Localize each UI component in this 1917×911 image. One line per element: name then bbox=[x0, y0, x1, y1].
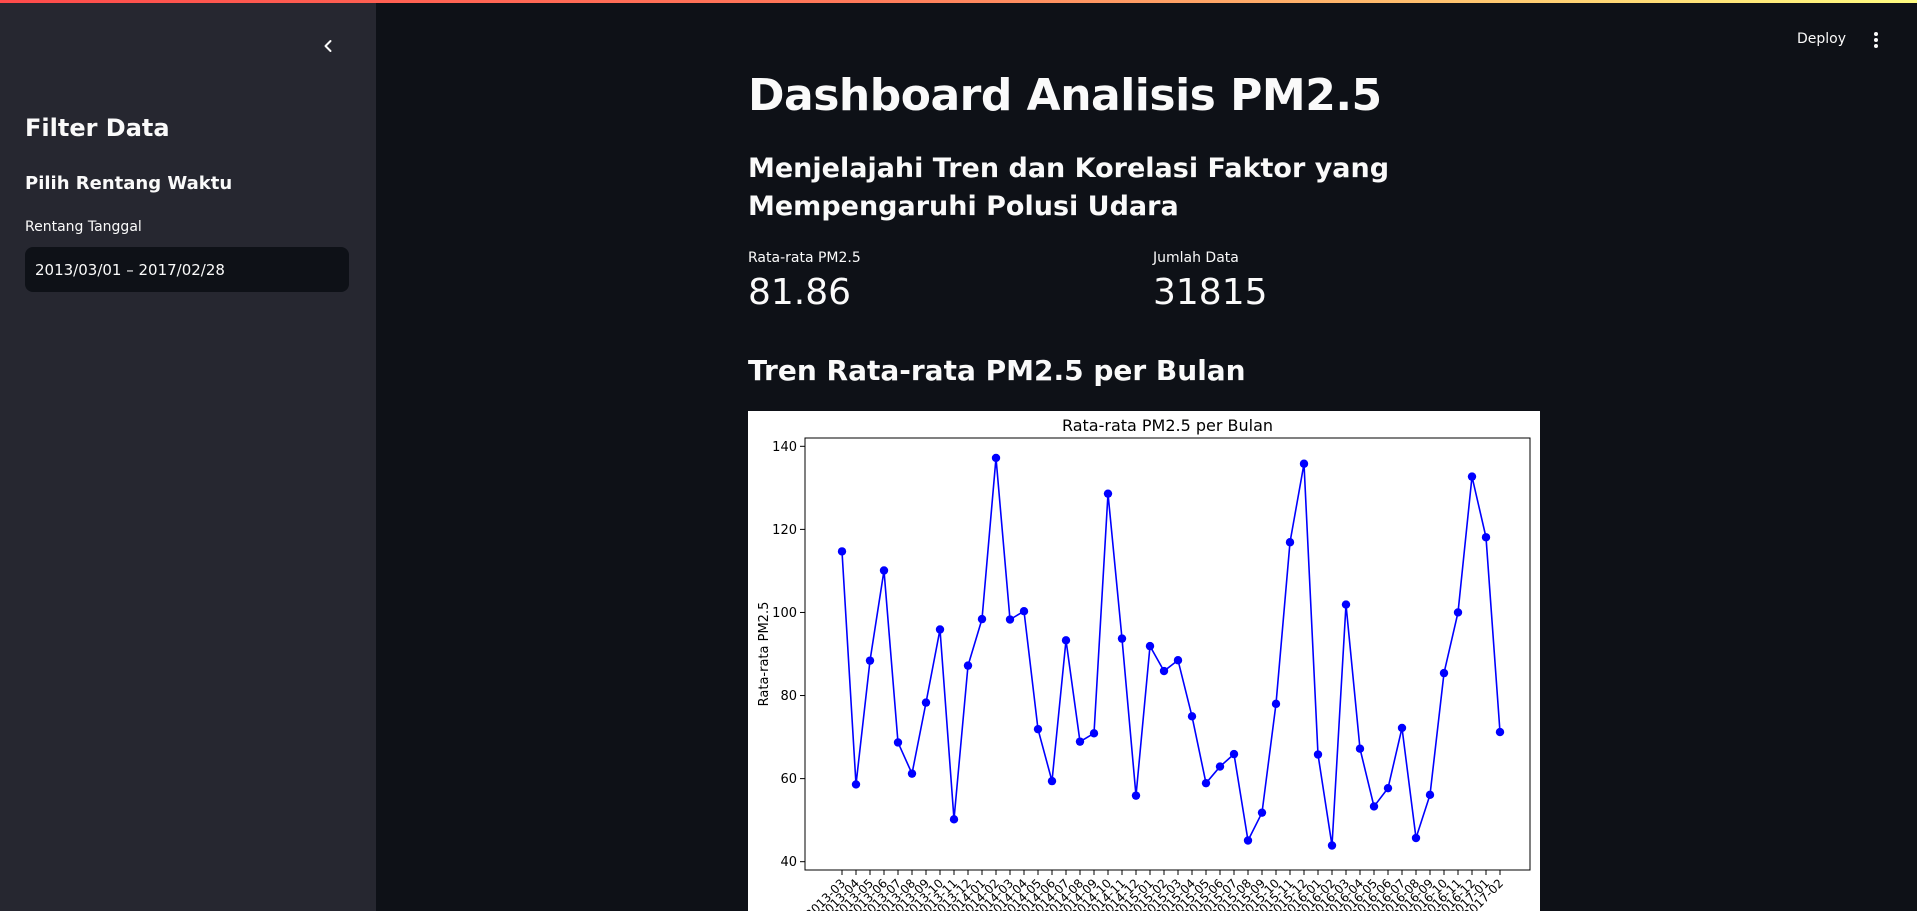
series-line bbox=[841, 457, 1501, 846]
data-point bbox=[1285, 538, 1295, 547]
deploy-button[interactable]: Deploy bbox=[1797, 31, 1846, 47]
data-point bbox=[1341, 600, 1351, 609]
data-point bbox=[1033, 724, 1043, 734]
sidebar-title: Filter Data bbox=[25, 114, 170, 142]
data-point bbox=[1243, 836, 1253, 845]
data-point bbox=[1005, 615, 1015, 624]
data-point bbox=[1187, 712, 1197, 721]
data-point bbox=[1019, 607, 1029, 616]
data-point bbox=[1215, 762, 1225, 771]
data-point bbox=[1439, 668, 1449, 678]
y-tick-label: 100 bbox=[772, 606, 797, 621]
data-point bbox=[1453, 608, 1463, 617]
pm25-chart: Rata-rata PM2.5 per Bulan 40 60 80 100 120 140… bbox=[748, 411, 1540, 911]
data-point bbox=[935, 625, 945, 634]
data-point bbox=[1131, 791, 1141, 800]
data-point bbox=[1481, 533, 1491, 542]
data-point bbox=[1061, 636, 1071, 645]
page-subtitle: Menjelajahi Tren dan Korelasi Faktor yan… bbox=[748, 153, 1390, 222]
metric-label: Rata-rata PM2.5 bbox=[748, 250, 861, 266]
y-tick-label: 140 bbox=[772, 440, 797, 455]
kebab-menu-icon[interactable] bbox=[1868, 30, 1884, 50]
date-range-label: Rentang Tanggal bbox=[25, 219, 142, 235]
data-point bbox=[1257, 808, 1267, 817]
date-range-value: 2013/03/01 – 2017/02/28 bbox=[35, 260, 225, 279]
data-point bbox=[1089, 729, 1099, 738]
section-title: Tren Rata-rata PM2.5 per Bulan bbox=[748, 354, 1246, 387]
chart-title: Rata-rata PM2.5 per Bulan bbox=[1062, 416, 1273, 435]
data-point bbox=[1355, 744, 1365, 753]
chart-svg: Rata-rata PM2.5 per Bulan 40 60 80 100 120 140… bbox=[757, 416, 1531, 911]
data-point bbox=[879, 566, 889, 575]
data-point bbox=[1397, 723, 1407, 733]
y-tick-label: 80 bbox=[780, 689, 797, 704]
y-axis-label: Rata-rata PM2.5 bbox=[757, 602, 772, 707]
data-point bbox=[1271, 699, 1281, 709]
data-point bbox=[907, 769, 917, 778]
metric-avg-pm25: Rata-rata PM2.5 81.86 bbox=[748, 250, 861, 313]
data-point bbox=[1145, 641, 1155, 651]
data-point bbox=[1173, 656, 1183, 665]
data-point bbox=[977, 614, 987, 624]
data-point bbox=[1313, 750, 1323, 759]
data-point bbox=[1047, 776, 1057, 786]
date-range-input[interactable]: 2013/03/01 – 2017/02/28 bbox=[25, 247, 349, 292]
data-point bbox=[1369, 802, 1379, 811]
data-point bbox=[893, 738, 903, 747]
y-tick-label: 60 bbox=[780, 772, 797, 787]
data-point bbox=[1117, 634, 1127, 643]
data-point bbox=[1383, 783, 1393, 793]
data-point bbox=[1229, 749, 1239, 759]
data-point bbox=[1327, 841, 1337, 850]
chevron-left-icon bbox=[324, 40, 332, 52]
data-point bbox=[1495, 727, 1505, 737]
top-accent-bar bbox=[0, 0, 1917, 3]
sidebar: Filter Data Pilih Rentang Waktu Rentang … bbox=[0, 0, 376, 911]
data-point bbox=[1103, 489, 1113, 498]
data-point bbox=[1201, 778, 1211, 788]
data-point bbox=[921, 698, 931, 707]
data-point bbox=[963, 661, 973, 670]
y-tick-label: 120 bbox=[772, 523, 797, 538]
data-point bbox=[837, 547, 847, 556]
data-point bbox=[1467, 472, 1477, 481]
y-tick-label: 40 bbox=[780, 855, 797, 870]
plot-frame bbox=[804, 437, 1531, 871]
sidebar-subtitle: Pilih Rentang Waktu bbox=[25, 173, 233, 194]
data-point bbox=[1299, 459, 1309, 468]
data-point bbox=[865, 656, 875, 665]
data-point bbox=[851, 780, 861, 789]
metric-value: 81.86 bbox=[748, 272, 852, 313]
metric-label: Jumlah Data bbox=[1153, 250, 1239, 266]
metric-data-count: Jumlah Data 31815 bbox=[1153, 250, 1268, 313]
page-title: Dashboard Analisis PM2.5 bbox=[748, 70, 1382, 121]
data-point bbox=[1411, 833, 1421, 843]
data-point bbox=[1075, 737, 1085, 746]
data-point bbox=[1159, 666, 1169, 676]
metric-value: 31815 bbox=[1153, 272, 1268, 313]
data-point bbox=[949, 815, 959, 824]
data-point bbox=[1425, 790, 1435, 800]
sidebar-collapse-button[interactable] bbox=[316, 34, 340, 58]
data-point bbox=[991, 453, 1001, 463]
